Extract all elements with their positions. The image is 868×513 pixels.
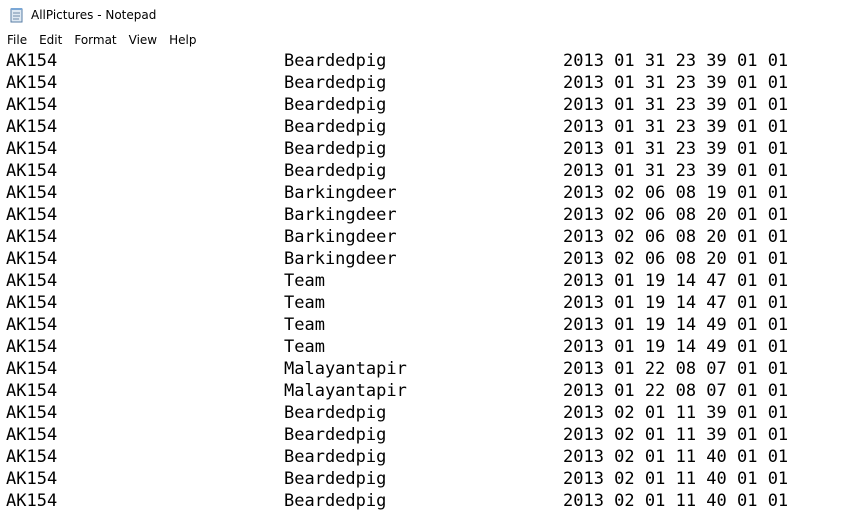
line-timestamp: 2013 01 19 14 49 01 01 [563,337,789,357]
menu-file[interactable]: File [0,30,33,50]
text-line: AK154 Beardedpig 2013 02 01 11 40 01 01 [0,490,868,512]
line-timestamp: 2013 02 01 11 40 01 01 [563,491,789,511]
line-timestamp: 2013 01 31 23 39 01 01 [563,95,789,115]
line-id: AK154 [6,95,58,115]
line-species: Team [284,315,325,335]
line-timestamp: 2013 02 06 08 20 01 01 [563,227,789,247]
line-species: Beardedpig [284,491,387,511]
text-line: AK154 Beardedpig 2013 01 31 23 39 01 01 [0,50,868,72]
line-species: Beardedpig [284,73,387,93]
text-line: AK154 Team 2013 01 19 14 47 01 01 [0,292,868,314]
line-id: AK154 [6,117,58,137]
line-species: Beardedpig [284,117,387,137]
line-id: AK154 [6,381,58,401]
line-id: AK154 [6,293,58,313]
text-line: AK154 Beardedpig 2013 01 31 23 39 01 01 [0,116,868,138]
text-line: AK154 Barkingdeer 2013 02 06 08 20 01 01 [0,248,868,270]
line-timestamp: 2013 01 22 08 07 01 01 [563,381,789,401]
line-timestamp: 2013 02 01 11 40 01 01 [563,447,789,467]
text-line: AK154 Beardedpig 2013 02 01 11 40 01 01 [0,446,868,468]
text-line: AK154 Team 2013 01 19 14 47 01 01 [0,270,868,292]
line-species: Team [284,293,325,313]
line-id: AK154 [6,491,58,511]
line-timestamp: 2013 02 01 11 39 01 01 [563,425,789,445]
line-species: Beardedpig [284,425,387,445]
line-timestamp: 2013 01 31 23 39 01 01 [563,161,789,181]
line-id: AK154 [6,271,58,291]
text-line: AK154 Beardedpig 2013 02 01 11 39 01 01 [0,402,868,424]
text-line: AK154 Beardedpig 2013 02 01 11 40 01 01 [0,468,868,490]
line-id: AK154 [6,227,58,247]
line-id: AK154 [6,183,58,203]
text-line: AK154 Team 2013 01 19 14 49 01 01 [0,336,868,358]
line-timestamp: 2013 01 31 23 39 01 01 [563,139,789,159]
text-line: AK154 Barkingdeer 2013 02 06 08 20 01 01 [0,226,868,248]
window-title: AllPictures - Notepad [31,8,157,22]
menu-edit[interactable]: Edit [33,30,68,50]
line-id: AK154 [6,403,58,423]
line-timestamp: 2013 01 31 23 39 01 01 [563,51,789,71]
text-line: AK154 Beardedpig 2013 01 31 23 39 01 01 [0,160,868,182]
line-timestamp: 2013 01 19 14 47 01 01 [563,293,789,313]
line-id: AK154 [6,205,58,225]
line-species: Barkingdeer [284,249,397,269]
line-id: AK154 [6,425,58,445]
menu-view[interactable]: View [123,30,163,50]
line-species: Beardedpig [284,139,387,159]
text-line: AK154 Beardedpig 2013 01 31 23 39 01 01 [0,138,868,160]
line-id: AK154 [6,359,58,379]
line-species: Team [284,337,325,357]
line-species: Beardedpig [284,51,387,71]
line-timestamp: 2013 02 06 08 20 01 01 [563,249,789,269]
line-id: AK154 [6,249,58,269]
menu-format[interactable]: Format [68,30,122,50]
line-timestamp: 2013 02 06 08 20 01 01 [563,205,789,225]
line-timestamp: 2013 02 01 11 39 01 01 [563,403,789,423]
line-species: Team [284,271,325,291]
line-species: Beardedpig [284,403,387,423]
text-line: AK154 Beardedpig 2013 01 31 23 39 01 01 [0,94,868,116]
line-species: Malayantapir [284,381,407,401]
line-species: Beardedpig [284,447,387,467]
line-species: Beardedpig [284,95,387,115]
menu-bar: File Edit Format View Help [0,30,868,50]
menu-help[interactable]: Help [163,30,202,50]
line-timestamp: 2013 01 31 23 39 01 01 [563,117,789,137]
line-species: Beardedpig [284,469,387,489]
line-id: AK154 [6,447,58,467]
line-timestamp: 2013 01 19 14 49 01 01 [563,315,789,335]
text-line: AK154 Beardedpig 2013 02 01 11 39 01 01 [0,424,868,446]
line-species: Barkingdeer [284,183,397,203]
line-timestamp: 2013 01 31 23 39 01 01 [563,73,789,93]
notepad-icon [9,7,25,23]
line-id: AK154 [6,315,58,335]
line-id: AK154 [6,51,58,71]
line-species: Barkingdeer [284,227,397,247]
text-line: AK154 Malayantapir 2013 01 22 08 07 01 01 [0,380,868,402]
line-species: Malayantapir [284,359,407,379]
line-id: AK154 [6,161,58,181]
text-line: AK154 Barkingdeer 2013 02 06 08 19 01 01 [0,182,868,204]
line-species: Barkingdeer [284,205,397,225]
line-species: Beardedpig [284,161,387,181]
text-lines: AK154 Beardedpig 2013 01 31 23 39 01 01 AK1… [0,50,868,512]
text-line: AK154 Team 2013 01 19 14 49 01 01 [0,314,868,336]
line-timestamp: 2013 02 06 08 19 01 01 [563,183,789,203]
text-line: AK154 Beardedpig 2013 01 31 23 39 01 01 [0,72,868,94]
line-timestamp: 2013 01 19 14 47 01 01 [563,271,789,291]
text-editor[interactable]: AK154 Beardedpig 2013 01 31 23 39 01 01 AK1… [0,50,868,513]
line-id: AK154 [6,139,58,159]
line-timestamp: 2013 02 01 11 40 01 01 [563,469,789,489]
text-line: AK154 Malayantapir 2013 01 22 08 07 01 01 [0,358,868,380]
text-line: AK154 Barkingdeer 2013 02 06 08 20 01 01 [0,204,868,226]
line-id: AK154 [6,337,58,357]
title-bar[interactable]: AllPictures - Notepad [0,0,868,30]
line-id: AK154 [6,73,58,93]
line-timestamp: 2013 01 22 08 07 01 01 [563,359,789,379]
line-id: AK154 [6,469,58,489]
